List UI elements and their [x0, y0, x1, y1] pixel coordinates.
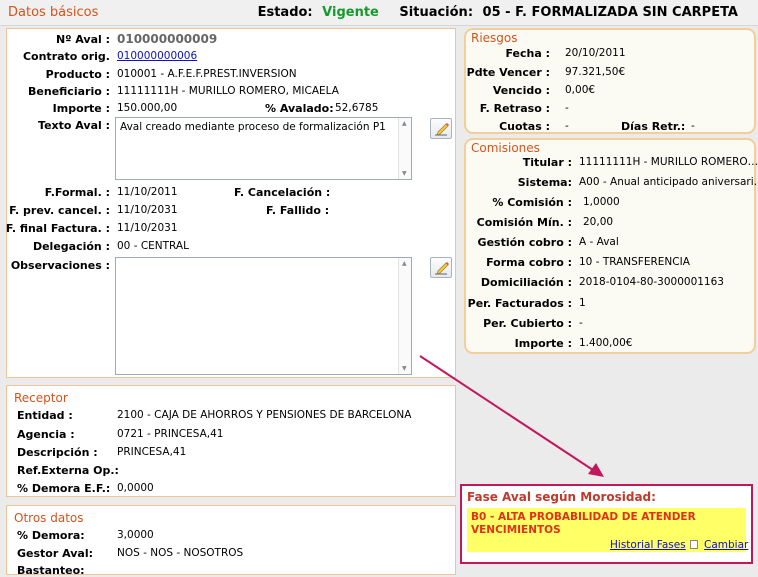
- fase-morosidad-box: Fase Aval según Morosidad: B0 - ALTA PRO…: [460, 484, 753, 564]
- historial-fases-link[interactable]: Historial Fases: [610, 539, 686, 551]
- fase-value: B0 - ALTA PROBABILIDAD DE ATENDER VENCIM…: [471, 511, 696, 536]
- cambiar-link[interactable]: Cambiar: [704, 539, 748, 551]
- doc-icon: [690, 540, 698, 549]
- fase-highlight: B0 - ALTA PROBABILIDAD DE ATENDER VENCIM…: [467, 508, 748, 552]
- fase-title: Fase Aval según Morosidad:: [467, 490, 656, 504]
